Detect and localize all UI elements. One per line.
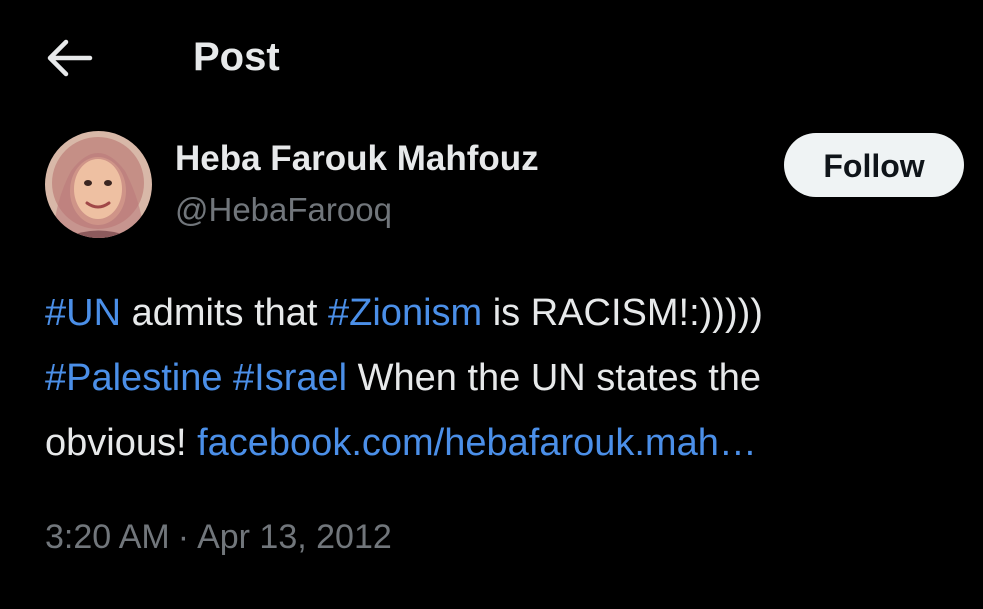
tweet-line: #UN admits that #Zionism is RACISM!:))))… (45, 281, 960, 346)
top-bar: Post (0, 0, 983, 115)
hashtag-link[interactable]: #UN (45, 292, 121, 334)
avatar[interactable] (45, 131, 152, 238)
tweet-text: #UN admits that #Zionism is RACISM!:))))… (45, 281, 960, 476)
display-name[interactable]: Heba Farouk Mahfouz (175, 138, 539, 180)
url-link[interactable]: facebook.com/hebafarouk.mah… (197, 422, 757, 464)
follow-button[interactable]: Follow (784, 133, 964, 197)
hashtag-link[interactable]: #Israel (233, 357, 347, 399)
tweet-text-segment: obvious! (45, 422, 198, 464)
post-time: 3:20 AM (45, 518, 170, 556)
arrow-left-icon (44, 36, 96, 80)
tweet-text-segment: When the UN states the (347, 357, 762, 399)
tweet-line: obvious! facebook.com/hebafarouk.mah… (45, 411, 960, 476)
back-button[interactable] (44, 36, 96, 80)
post-screen: Post Heba Farouk Mahfouz @HebaFarooq Fol… (0, 0, 983, 609)
user-handle[interactable]: @HebaFarooq (175, 190, 539, 230)
separator-dot: · (177, 518, 190, 556)
hashtag-link[interactable]: #Zionism (328, 292, 482, 334)
post-date: Apr 13, 2012 (197, 518, 392, 556)
tweet-text-segment (222, 357, 233, 399)
post-timestamp[interactable]: 3:20 AM · Apr 13, 2012 (45, 516, 392, 558)
page-title: Post (193, 35, 280, 79)
author-info: Heba Farouk Mahfouz @HebaFarooq (175, 138, 539, 230)
tweet-line: #Palestine #Israel When the UN states th… (45, 346, 960, 411)
tweet-text-segment: admits that (121, 292, 329, 334)
hashtag-link[interactable]: #Palestine (45, 357, 222, 399)
tweet-text-segment: is RACISM!:))))) (482, 292, 763, 334)
